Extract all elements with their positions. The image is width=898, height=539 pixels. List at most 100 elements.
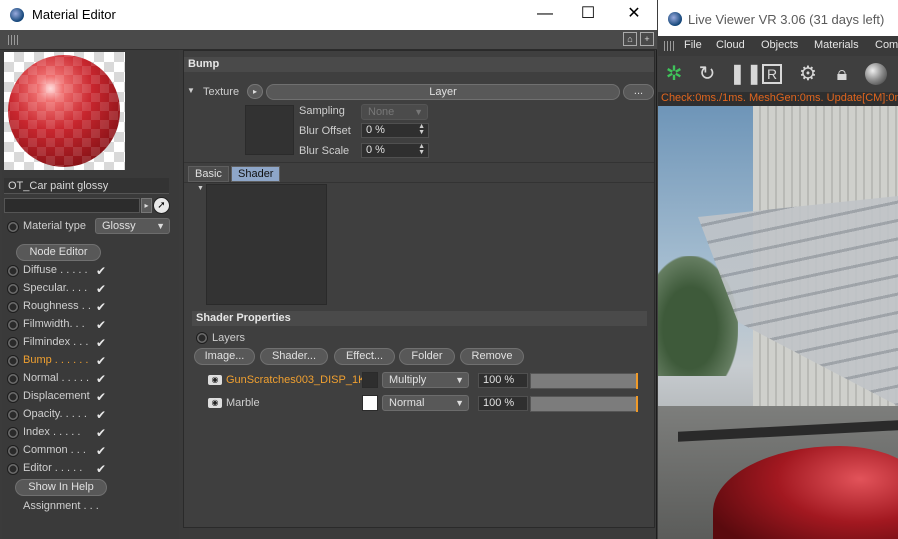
- layer-color-swatch[interactable]: [362, 395, 378, 411]
- lock-icon[interactable]: 🔒︎: [830, 62, 854, 86]
- channel-label[interactable]: Diffuse . . . . .: [23, 264, 88, 276]
- material-type-select[interactable]: Glossy ▼: [95, 218, 170, 234]
- channel-radio[interactable]: [7, 355, 19, 367]
- sampling-select[interactable]: None ▼: [361, 104, 428, 120]
- material-ball-icon[interactable]: [865, 63, 887, 85]
- channel-checkbox[interactable]: ✔: [96, 427, 108, 439]
- channel-radio[interactable]: [7, 319, 19, 331]
- maximize-button[interactable]: ☐: [573, 4, 603, 26]
- assignment-label[interactable]: Assignment . . .: [23, 500, 99, 512]
- render-viewport[interactable]: [658, 106, 898, 539]
- channel-checkbox[interactable]: ✔: [96, 409, 108, 421]
- channel-radio[interactable]: [7, 445, 19, 457]
- render-region-icon[interactable]: R: [762, 64, 782, 84]
- channel-checkbox[interactable]: ✔: [96, 301, 108, 313]
- channel-radio[interactable]: [7, 463, 19, 475]
- channel-label[interactable]: Filmwidth. . .: [23, 318, 85, 330]
- remove-button[interactable]: Remove: [460, 348, 524, 365]
- channel-radio[interactable]: [7, 391, 19, 403]
- image-button[interactable]: Image...: [194, 348, 255, 365]
- grip-icon[interactable]: [8, 35, 20, 45]
- channel-label[interactable]: Common . . .: [23, 444, 86, 456]
- channel-label[interactable]: Opacity. . . . .: [23, 408, 87, 420]
- new-window-icon[interactable]: +: [640, 32, 654, 46]
- tab-basic[interactable]: Basic: [188, 166, 229, 182]
- slider-handle[interactable]: [636, 373, 638, 389]
- node-editor-button[interactable]: Node Editor: [16, 244, 101, 261]
- opacity-field[interactable]: 100 %: [478, 373, 528, 388]
- blur-scale-field[interactable]: 0 % ▲ ▼: [361, 143, 429, 158]
- material-type-radio[interactable]: [7, 221, 19, 233]
- channel-radio[interactable]: [7, 337, 19, 349]
- link-arrow-button[interactable]: ▸: [141, 198, 152, 213]
- blend-mode-select[interactable]: Normal ▼: [382, 395, 469, 411]
- spinner-icon[interactable]: ▲ ▼: [418, 143, 425, 156]
- material-name-field[interactable]: OT_Car paint glossy: [4, 178, 169, 194]
- channel-checkbox[interactable]: ✔: [96, 265, 108, 277]
- spinner-icon[interactable]: ▲ ▼: [418, 123, 425, 136]
- channel-checkbox[interactable]: ✔: [96, 355, 108, 367]
- channel-radio[interactable]: [7, 265, 19, 277]
- material-link-field[interactable]: [4, 198, 140, 213]
- close-button[interactable]: ✕: [619, 4, 649, 26]
- texture-arrow-button[interactable]: ▸: [247, 84, 263, 99]
- minimize-button[interactable]: —: [530, 4, 560, 26]
- slider-handle[interactable]: [636, 396, 638, 412]
- collapse-triangle-icon[interactable]: ▼: [197, 185, 204, 192]
- effect-button[interactable]: Effect...: [334, 348, 395, 365]
- eye-icon[interactable]: ◉: [208, 398, 222, 408]
- layers-radio[interactable]: [196, 332, 208, 344]
- opacity-slider[interactable]: [530, 396, 638, 412]
- collapse-triangle-icon[interactable]: ▼: [187, 86, 195, 95]
- texture-more-button[interactable]: ...: [623, 84, 654, 100]
- channel-label[interactable]: Bump . . . . . .: [23, 354, 88, 366]
- channel-label[interactable]: Displacement: [23, 390, 90, 402]
- pick-cursor-icon[interactable]: ➚: [153, 197, 170, 214]
- lock-icon[interactable]: ⌂: [623, 32, 637, 46]
- restart-icon[interactable]: ↻: [695, 62, 719, 86]
- layer-name[interactable]: GunScratches003_DISP_1K: [226, 374, 365, 386]
- gear-icon[interactable]: ⚙: [796, 62, 820, 86]
- octane-logo-icon[interactable]: ✲: [662, 62, 686, 86]
- layer-name[interactable]: Marble: [226, 397, 260, 409]
- channel-label[interactable]: Index . . . . .: [23, 426, 80, 438]
- channel-radio[interactable]: [7, 409, 19, 421]
- channel-checkbox[interactable]: ✔: [96, 337, 108, 349]
- menu-com[interactable]: Com: [875, 39, 898, 51]
- opacity-slider[interactable]: [530, 373, 638, 389]
- layer-color-swatch[interactable]: [362, 372, 378, 388]
- channel-checkbox[interactable]: ✔: [96, 283, 108, 295]
- channel-label[interactable]: Roughness . .: [23, 300, 91, 312]
- material-preview[interactable]: [4, 52, 125, 170]
- menu-objects[interactable]: Objects: [761, 39, 798, 51]
- grip-icon[interactable]: [664, 41, 676, 51]
- shader-button[interactable]: Shader...: [260, 348, 328, 365]
- channel-checkbox[interactable]: ✔: [96, 373, 108, 385]
- blend-mode-select[interactable]: Multiply ▼: [382, 372, 469, 388]
- layers-label: Layers: [212, 332, 246, 344]
- opacity-field[interactable]: 100 %: [478, 396, 528, 411]
- pause-icon[interactable]: ❚❚: [729, 62, 763, 86]
- texture-layer-button[interactable]: Layer: [266, 84, 620, 100]
- channel-radio[interactable]: [7, 427, 19, 439]
- channel-label[interactable]: Normal . . . . .: [23, 372, 89, 384]
- menu-file[interactable]: File: [684, 39, 702, 51]
- menu-materials[interactable]: Materials: [814, 39, 859, 51]
- channel-checkbox[interactable]: ✔: [96, 445, 108, 457]
- blur-offset-field[interactable]: 0 % ▲ ▼: [361, 123, 429, 138]
- tab-shader[interactable]: Shader: [231, 166, 281, 182]
- channel-radio[interactable]: [7, 301, 19, 313]
- show-in-help-button[interactable]: Show In Help: [15, 479, 107, 496]
- channel-radio[interactable]: [7, 283, 19, 295]
- channel-label[interactable]: Editor . . . . .: [23, 462, 82, 474]
- eye-icon[interactable]: ◉: [208, 375, 222, 385]
- channel-label[interactable]: Specular. . . .: [23, 282, 87, 294]
- channel-radio[interactable]: [7, 373, 19, 385]
- channel-checkbox[interactable]: ✔: [96, 391, 108, 403]
- status-bar: Check:0ms./1ms. MeshGen:0ms. Update[CM]:…: [658, 92, 898, 106]
- menu-cloud[interactable]: Cloud: [716, 39, 745, 51]
- channel-checkbox[interactable]: ✔: [96, 319, 108, 331]
- channel-checkbox[interactable]: ✔: [96, 463, 108, 475]
- folder-button[interactable]: Folder: [399, 348, 455, 365]
- channel-label[interactable]: Filmindex . . .: [23, 336, 88, 348]
